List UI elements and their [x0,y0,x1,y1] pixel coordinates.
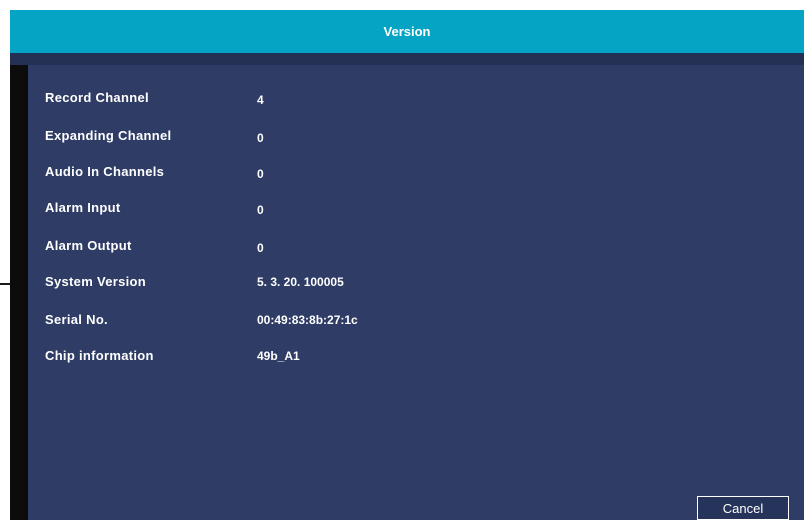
left-strip [10,65,28,520]
edge-mark [0,283,10,285]
system-version-label: System Version [45,274,147,289]
system-version-value: 5. 3. 20. 100005 [257,275,344,289]
serial-no-label: Serial No. [45,312,108,327]
background-edge [0,0,10,520]
audio-in-channels-label: Audio In Channels [45,164,165,179]
info-row-expanding-channel: Expanding Channel 0 [28,128,804,148]
alarm-input-label: Alarm Input [45,200,121,215]
chip-information-value: 49b_A1 [257,349,300,363]
info-row-serial-no: Serial No. 00:49:83:8b:27:1c [28,312,804,332]
info-row-audio-in-channels: Audio In Channels 0 [28,164,804,184]
record-channel-value: 4 [257,93,264,107]
info-row-alarm-input: Alarm Input 0 [28,200,804,220]
alarm-input-value: 0 [257,203,264,217]
chip-information-label: Chip information [45,348,154,363]
dialog-title: Version [10,10,804,53]
expanding-channel-value: 0 [257,131,264,145]
info-row-alarm-output: Alarm Output 0 [28,238,804,258]
alarm-output-value: 0 [257,241,264,255]
info-row-chip-information: Chip information 49b_A1 [28,348,804,368]
cancel-button[interactable]: Cancel [697,496,789,520]
alarm-output-label: Alarm Output [45,238,132,253]
expanding-channel-label: Expanding Channel [45,128,172,143]
info-row-system-version: System Version 5. 3. 20. 100005 [28,274,804,294]
version-dialog: Version Record Channel 4 Expanding Chann… [10,10,804,520]
serial-no-value: 00:49:83:8b:27:1c [257,313,358,327]
audio-in-channels-value: 0 [257,167,264,181]
info-row-record-channel: Record Channel 4 [28,90,804,110]
version-info-panel: Record Channel 4 Expanding Channel 0 Aud… [28,65,804,520]
record-channel-label: Record Channel [45,90,149,105]
title-divider [10,53,804,65]
